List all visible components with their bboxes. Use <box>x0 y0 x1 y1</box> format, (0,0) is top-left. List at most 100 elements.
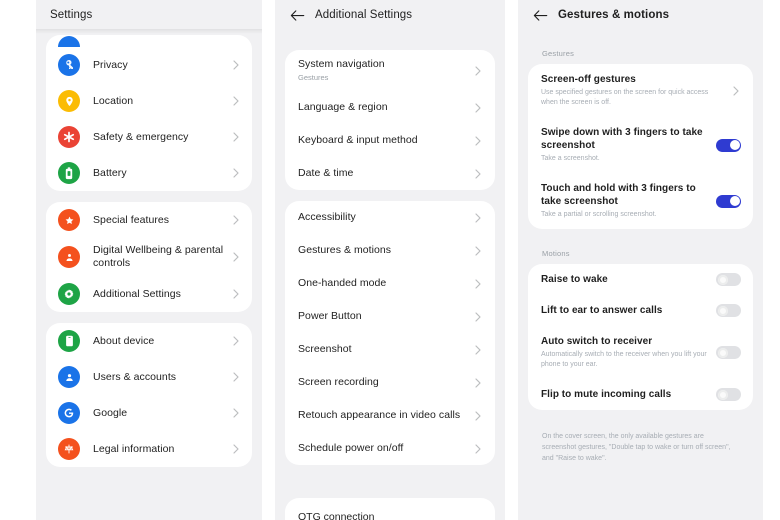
sidebar-item-text: Legal information <box>93 443 225 456</box>
settings-group-2: Special features Digital Wellbeing & par… <box>46 202 252 312</box>
chevron-right-icon <box>231 95 241 107</box>
partial-icon <box>58 36 80 47</box>
settings-group-3: About device Users & accounts Google Leg… <box>46 323 252 467</box>
sidebar-item-location[interactable]: Location <box>46 83 252 119</box>
list-item-text: Retouch appearance in video calls <box>298 409 467 422</box>
sidebar-item-label: Digital Wellbeing & parental controls <box>93 244 224 269</box>
chevron-right-icon <box>473 102 483 114</box>
sidebar-item-safety-emergency[interactable]: Safety & emergency <box>46 119 252 155</box>
sidebar-item-label: Privacy <box>93 58 128 71</box>
setting-label: Auto switch to receiver <box>541 336 653 347</box>
digital-wellbeing-icon <box>58 246 80 268</box>
sidebar-item-text: Location <box>93 95 225 108</box>
motions-card: Raise to wake Lift to ear to answer call… <box>528 264 753 410</box>
sidebar-item-label: About device <box>93 334 155 347</box>
list-item-label: Retouch appearance in video calls <box>298 409 461 421</box>
setting-swipe-down-3-fingers[interactable]: Swipe down with 3 fingers to take screen… <box>528 117 753 173</box>
list-item-power-button[interactable]: Power Button <box>285 300 495 333</box>
chevron-right-icon <box>231 131 241 143</box>
setting-lift-to-ear[interactable]: Lift to ear to answer calls <box>528 295 753 326</box>
gestures-motions-content: Gestures Screen-off gestures Use specifi… <box>518 30 763 464</box>
toggle-flip-to-mute[interactable] <box>716 388 741 401</box>
sidebar-item-text: Google <box>93 407 225 420</box>
section-label-gestures: Gestures <box>542 49 575 58</box>
settings-panel: Settings Privacy Location Safety & emerg… <box>36 0 262 520</box>
gestures-motions-panel: Gestures & motions Gestures Screen-off g… <box>518 0 763 520</box>
list-item-keyboard-input-method[interactable]: Keyboard & input method <box>285 124 495 157</box>
partial-scrolled-item <box>46 35 252 47</box>
toggle-auto-switch-receiver[interactable] <box>716 346 741 359</box>
sidebar-item-text: Safety & emergency <box>93 131 225 144</box>
setting-text: Lift to ear to answer calls <box>541 304 708 317</box>
setting-label: Flip to mute incoming calls <box>541 389 672 400</box>
sidebar-item-label: Legal information <box>93 442 175 455</box>
toggle-touch-hold-3-fingers[interactable] <box>716 194 741 208</box>
list-item-text: Date & time <box>298 167 467 180</box>
list-item-label: Accessibility <box>298 211 356 223</box>
settings-panel-header: Settings <box>36 0 262 30</box>
toggle-knob <box>717 305 728 316</box>
toggle-raise-to-wake[interactable] <box>716 273 741 286</box>
sidebar-item-google[interactable]: Google <box>46 395 252 431</box>
setting-touch-hold-3-fingers[interactable]: Touch and hold with 3 fingers to take sc… <box>528 173 753 229</box>
chevron-right-icon <box>473 245 483 257</box>
sidebar-item-additional-settings[interactable]: Additional Settings <box>46 276 252 312</box>
setting-raise-to-wake[interactable]: Raise to wake <box>528 264 753 295</box>
sidebar-item-text: Battery <box>93 167 225 180</box>
list-item-language-region[interactable]: Language & region <box>285 91 495 124</box>
list-item-schedule-power[interactable]: Schedule power on/off <box>285 432 495 465</box>
safety-emergency-icon <box>58 126 80 148</box>
sidebar-item-about-device[interactable]: About device <box>46 323 252 359</box>
sidebar-item-legal-information[interactable]: Legal information <box>46 431 252 467</box>
sidebar-item-text: Special features <box>93 214 225 227</box>
phone-icon <box>58 330 80 352</box>
sidebar-item-text: Users & accounts <box>93 371 225 384</box>
list-item-accessibility[interactable]: Accessibility <box>285 201 495 234</box>
setting-label: Screen-off gestures <box>541 74 636 85</box>
list-item-label: Screen recording <box>298 376 379 388</box>
sidebar-item-users-accounts[interactable]: Users & accounts <box>46 359 252 395</box>
sidebar-item-privacy[interactable]: Privacy <box>46 47 252 83</box>
list-item-one-handed-mode[interactable]: One-handed mode <box>285 267 495 300</box>
list-item-text: System navigation Gestures <box>298 58 467 83</box>
list-item-text: Schedule power on/off <box>298 442 467 455</box>
sidebar-item-digital-wellbeing[interactable]: Digital Wellbeing & parental controls <box>46 238 252 276</box>
chevron-right-icon <box>473 311 483 323</box>
toggle-knob <box>717 389 728 400</box>
additional-settings-header: Additional Settings <box>275 0 505 30</box>
settings-triple-panel-screen: Settings Privacy Location Safety & emerg… <box>0 0 780 520</box>
toggle-lift-to-ear[interactable] <box>716 304 741 317</box>
setting-screen-off-gestures[interactable]: Screen-off gestures Use specified gestur… <box>528 64 753 117</box>
list-item-text: Screenshot <box>298 343 467 356</box>
setting-auto-switch-receiver[interactable]: Auto switch to receiver Automatically sw… <box>528 326 753 379</box>
chevron-right-icon <box>473 410 483 422</box>
setting-label: Swipe down with 3 fingers to take screen… <box>541 127 703 151</box>
setting-text: Screen-off gestures Use specified gestur… <box>541 73 725 108</box>
list-item-text: Accessibility <box>298 211 467 224</box>
settings-list: Privacy Location Safety & emergency Batt… <box>36 30 262 467</box>
chevron-right-icon <box>473 135 483 147</box>
list-item-label: OTG connection <box>298 511 375 520</box>
list-item-gestures-motions[interactable]: Gestures & motions <box>285 234 495 267</box>
google-icon <box>58 402 80 424</box>
list-item-system-navigation[interactable]: System navigation Gestures <box>285 50 495 91</box>
setting-flip-to-mute[interactable]: Flip to mute incoming calls <box>528 379 753 410</box>
toggle-knob <box>717 274 728 285</box>
chevron-right-icon <box>231 251 241 263</box>
settings-group-system: System navigation Gestures Language & re… <box>285 50 495 190</box>
back-arrow-icon[interactable] <box>532 7 549 24</box>
setting-text: Swipe down with 3 fingers to take screen… <box>541 126 708 164</box>
list-item-label: Schedule power on/off <box>298 442 404 454</box>
list-item-screen-recording[interactable]: Screen recording <box>285 366 495 399</box>
list-item-date-time[interactable]: Date & time <box>285 157 495 190</box>
toggle-swipe-down-3-fingers[interactable] <box>716 138 741 152</box>
list-item-retouch-appearance[interactable]: Retouch appearance in video calls <box>285 399 495 432</box>
sidebar-item-battery[interactable]: Battery <box>46 155 252 191</box>
list-item-text: One-handed mode <box>298 277 467 290</box>
list-item-text: Screen recording <box>298 376 467 389</box>
gestures-motions-header: Gestures & motions <box>518 0 763 30</box>
back-arrow-icon[interactable] <box>289 7 306 24</box>
sidebar-item-special-features[interactable]: Special features <box>46 202 252 238</box>
list-item-otg-connection[interactable]: OTG connection <box>285 498 495 520</box>
list-item-screenshot[interactable]: Screenshot <box>285 333 495 366</box>
